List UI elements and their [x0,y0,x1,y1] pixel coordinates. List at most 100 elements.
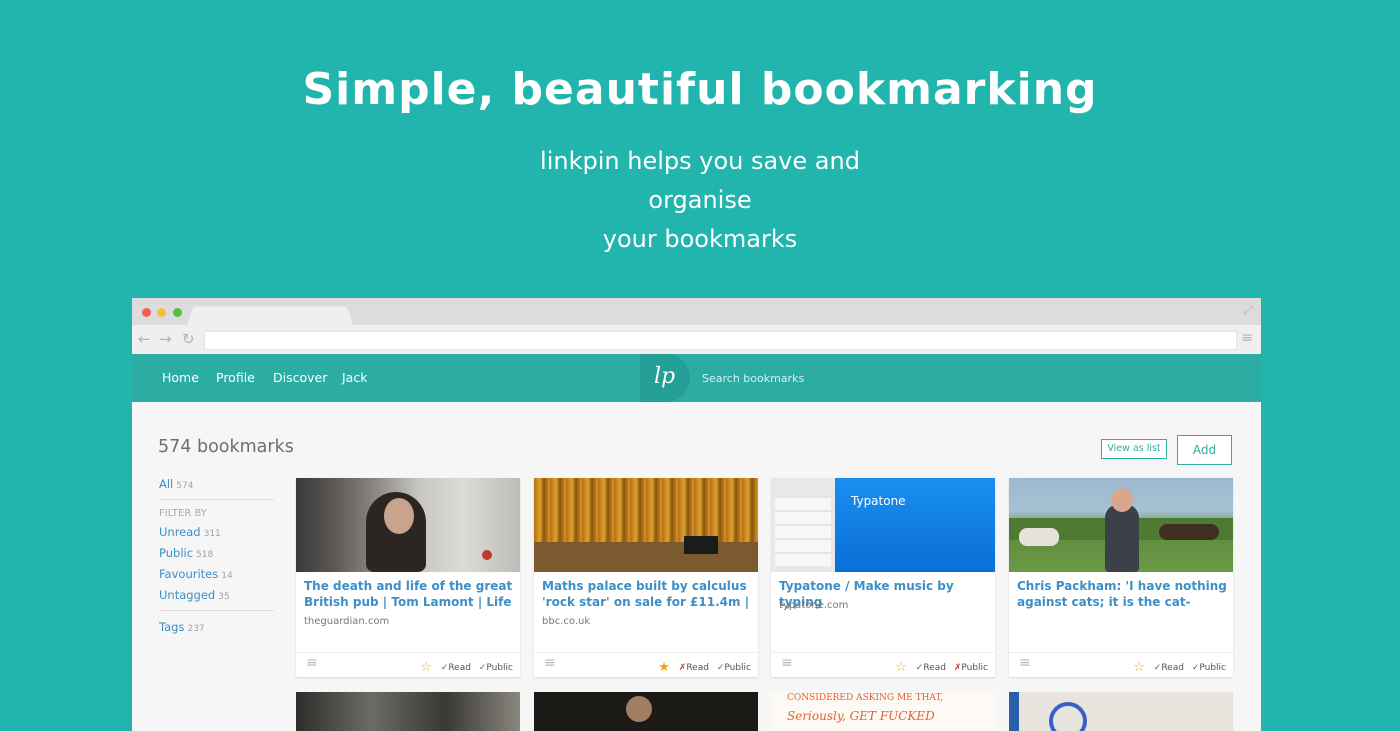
read-label: Read [923,663,946,673]
sidebar-item-count: 574 [176,481,194,491]
nav-user-jack[interactable]: Jack [342,370,367,385]
bookmark-card[interactable]: Maths palace built by calculus 'rock sta… [534,478,758,677]
menu-icon[interactable]: ≡ [306,655,318,671]
card-footer: ≡ ☆ ✓Read ✓Public [1009,652,1233,677]
favourite-star-icon[interactable]: ☆ [420,660,432,675]
nav-profile[interactable]: Profile [216,370,255,385]
card-footer: ≡ ☆ ✓Read ✗Public [771,652,995,677]
sidebar-item-unread[interactable]: Unread 311 [159,522,274,543]
search-input[interactable] [698,369,1006,387]
linkpin-logo[interactable]: lp [654,364,675,389]
read-toggle[interactable]: ✗Read [679,663,709,673]
bookmark-card-partial[interactable] [296,692,520,731]
close-dot-icon[interactable] [142,308,151,317]
hero-title: Simple, beautiful bookmarking [302,64,1098,115]
bookmark-card[interactable]: The death and life of the great British … [296,478,520,677]
read-toggle[interactable]: ✓Read [916,663,946,673]
public-label: Public [1199,663,1226,673]
bookmark-card-partial[interactable]: CONSIDERED ASKING ME THAT, Seriously, GE… [771,692,995,731]
nav-discover[interactable]: Discover [273,370,327,385]
public-label: Public [486,663,513,673]
favourite-star-icon[interactable]: ☆ [895,660,907,675]
sidebar-item-favourites[interactable]: Favourites 14 [159,564,274,585]
card-status: ★ ✗Read ✓Public [658,659,751,675]
menu-icon[interactable]: ≡ [1019,655,1031,671]
card-footer: ≡ ★ ✗Read ✓Public [534,652,758,677]
fullscreen-icon[interactable]: ⤢ [1243,303,1253,318]
hero-subtitle-line-2: your bookmarks [602,225,798,253]
divider [159,499,274,500]
hero-subtitle: linkpin helps you save and organise your… [500,142,900,259]
filter-sidebar: All 574 FILTER BY Unread 311 Public 518 Fav… [159,474,274,638]
hero-subtitle-line-1: linkpin helps you save and organise [540,147,860,214]
favourite-star-icon[interactable]: ★ [658,660,670,675]
card-status: ☆ ✓Read ✓Public [1133,659,1226,675]
bookmark-domain: theguardian.com [304,616,390,627]
forward-arrow-icon[interactable]: → [159,330,172,348]
sidebar-item-tags[interactable]: Tags 237 [159,617,274,638]
sidebar-item-public[interactable]: Public 518 [159,543,274,564]
sidebar-item-all[interactable]: All 574 [159,474,274,495]
maximize-dot-icon[interactable] [173,308,182,317]
sidebar-item-count: 518 [196,550,214,560]
card-status: ☆ ✓Read ✗Public [895,659,988,675]
app-navbar: Home Profile Discover Jack lp [132,354,1261,402]
bookmark-title[interactable]: Chris Packham: 'I have nothing against c… [1017,578,1227,610]
public-label: Public [724,663,751,673]
filter-heading: FILTER BY [159,508,207,519]
back-arrow-icon[interactable]: ← [138,330,151,348]
menu-icon[interactable]: ≡ [544,655,556,671]
favourite-star-icon[interactable]: ☆ [1133,660,1145,675]
thumbnail-image[interactable] [1009,478,1233,572]
view-as-list-button[interactable]: View as list [1101,439,1167,459]
sidebar-item-label: Public [159,546,194,560]
sidebar-item-label: Untagged [159,588,216,602]
menu-icon[interactable]: ≡ [781,655,793,671]
address-bar[interactable] [204,331,1237,350]
sidebar-item-count: 237 [187,624,205,634]
handwritten-text: Seriously, GET FUCKED [787,709,935,723]
public-toggle[interactable]: ✓Public [717,663,751,673]
sidebar-item-untagged[interactable]: Untagged 35 [159,585,274,606]
bookmark-card[interactable]: Typatone Typatone / Make music by typing… [771,478,995,677]
read-toggle[interactable]: ✓Read [441,663,471,673]
bookmark-card[interactable]: Chris Packham: 'I have nothing against c… [1009,478,1233,677]
add-button[interactable]: Add [1177,435,1232,465]
read-toggle[interactable]: ✓Read [1154,663,1184,673]
browser-menu-icon[interactable]: ≡ [1241,330,1253,346]
bookmark-domain: bbc.co.uk [542,616,591,627]
bookmark-count-title: 574 bookmarks [158,437,294,457]
public-toggle[interactable]: ✓Public [479,663,513,673]
sidebar-item-label: Tags [159,620,185,634]
bookmark-title[interactable]: Maths palace built by calculus 'rock sta… [542,578,752,610]
bookmark-domain: typatone.com [779,600,849,611]
thumbnail-image[interactable] [534,478,758,572]
reload-icon[interactable]: ↻ [182,330,195,348]
sidebar-item-label: Unread [159,525,201,539]
sidebar-item-label: Favourites [159,567,219,581]
browser-tab[interactable] [187,306,353,327]
sidebar-item-label: All [159,477,174,491]
bookmark-card-partial[interactable] [534,692,758,731]
thumbnail-image[interactable] [296,478,520,572]
public-toggle[interactable]: ✓Public [1192,663,1226,673]
sidebar-item-count: 311 [203,529,221,539]
bookmark-title[interactable]: The death and life of the great British … [304,578,514,610]
handwritten-text: CONSIDERED ASKING ME THAT, [787,693,943,703]
bookmark-card-partial[interactable] [1009,692,1233,731]
card-footer: ≡ ☆ ✓Read ✓Public [296,652,520,677]
browser-window: ⤢ ← → ↻ ≡ Home Profile Discover Jack lp … [132,298,1261,731]
sidebar-item-count: 14 [221,571,233,581]
read-label: Read [448,663,471,673]
public-toggle[interactable]: ✗Public [954,663,988,673]
minimize-dot-icon[interactable] [157,308,166,317]
public-label: Public [961,663,988,673]
card-status: ☆ ✓Read ✓Public [420,659,513,675]
browser-titlebar: ⤢ [132,298,1261,327]
typatone-thumb-text: Typatone [851,494,906,508]
nav-home[interactable]: Home [162,370,199,385]
divider [159,610,274,611]
thumbnail-image[interactable]: Typatone [771,478,995,572]
browser-toolbar: ← → ↻ ≡ [132,325,1261,354]
read-label: Read [686,663,709,673]
